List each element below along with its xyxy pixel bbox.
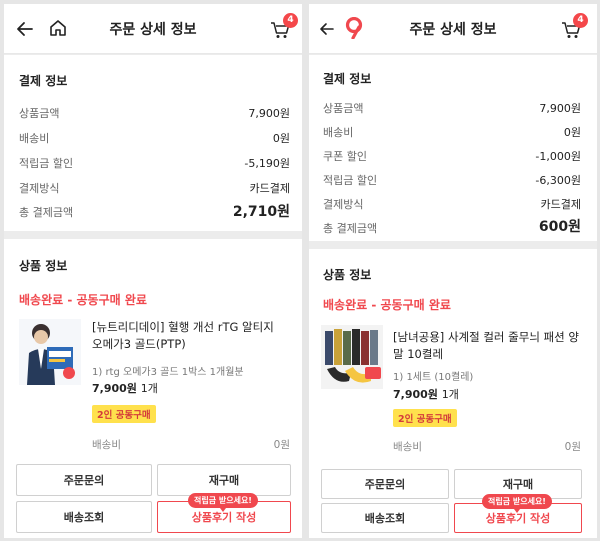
cart-count-badge: 4	[283, 13, 298, 28]
order-status: 배송완료 - 공동구매 완료	[323, 298, 451, 312]
product-quantity: 1개	[441, 388, 459, 401]
points-discount-label: 적립금 할인	[19, 157, 74, 170]
points-discount-value: -5,190원	[244, 157, 290, 170]
payment-method-label: 결제방식	[323, 198, 364, 211]
comparison-screenshot: 주문 상세 정보 4 결제 정보 상품금액 7,900원 배송비 0원 적립금 …	[0, 0, 600, 541]
payment-info-section: 결제 정보 상품금액 7,900원 배송비 0원 쿠폰 할인 -1,000원 적…	[309, 55, 597, 241]
points-discount-label: 적립금 할인	[323, 174, 378, 187]
page-title: 주문 상세 정보	[109, 22, 197, 38]
coupon-discount-label: 쿠폰 할인	[323, 150, 367, 163]
total-amount-label: 총 결제금액	[323, 222, 378, 235]
track-delivery-button[interactable]: 배송조회	[16, 501, 152, 533]
points-discount-value: -6,300원	[535, 174, 581, 187]
product-section-title: 상품 정보	[19, 259, 68, 273]
cart-count-badge: 4	[573, 13, 588, 28]
item-shipping-label: 배송비	[92, 439, 121, 451]
supplement-product-image	[19, 319, 81, 385]
order-inquiry-button[interactable]: 주문문의	[16, 464, 152, 496]
item-shipping-label: 배송비	[393, 441, 422, 453]
total-amount-value: 600원	[538, 219, 581, 235]
group-buy-badge: 2인 공동구매	[92, 405, 156, 423]
right-order-detail-screen: 주문 상세 정보 4 결제 정보 상품금액 7,900원 배송비 0원 쿠폰 할…	[309, 4, 597, 538]
payment-section-title: 결제 정보	[19, 74, 68, 88]
payment-section-title: 결제 정보	[323, 72, 372, 86]
product-thumbnail[interactable]	[321, 325, 383, 389]
shipping-fee-label: 배송비	[19, 132, 50, 145]
product-amount-value: 7,900원	[248, 107, 290, 120]
points-tooltip: 적립금 받으세요!	[188, 493, 258, 512]
points-tooltip: 적립금 받으세요!	[482, 494, 552, 513]
total-amount-label: 총 결제금액	[19, 206, 74, 219]
product-info-section: 상품 정보 배송완료 - 공동구매 완료 [뉴트리디데이] 혈행 개선 rTG …	[4, 239, 302, 538]
payment-method-value: 카드결제	[249, 182, 290, 195]
product-amount-value: 7,900원	[539, 102, 581, 115]
product-amount-label: 상품금액	[323, 102, 364, 115]
product-amount-label: 상품금액	[19, 107, 60, 120]
product-price-value: 7,900원	[393, 388, 438, 401]
payment-method-value: 카드결제	[540, 198, 581, 211]
page-title: 주문 상세 정보	[409, 22, 497, 38]
group-buy-badge: 2인 공동구매	[393, 409, 457, 427]
product-price-value: 7,900원	[92, 382, 137, 395]
product-thumbnail[interactable]	[19, 319, 81, 385]
product-quantity: 1개	[140, 382, 158, 395]
socks-product-image	[321, 325, 383, 389]
track-delivery-button[interactable]: 배송조회	[321, 503, 449, 533]
left-order-detail-screen: 주문 상세 정보 4 결제 정보 상품금액 7,900원 배송비 0원 적립금 …	[4, 4, 302, 538]
product-name[interactable]: [남녀공용] 사계절 컬러 줄무늬 패션 양말 10켤레	[393, 329, 583, 363]
product-price: 7,900원 1개	[393, 386, 459, 402]
shipping-fee-label: 배송비	[323, 126, 354, 139]
reorder-button[interactable]: 재구매	[157, 464, 291, 496]
item-shipping-value: 0원	[564, 441, 581, 453]
product-name[interactable]: [뉴트리디데이] 혈행 개선 rTG 알티지 오메가3 골드(PTP)	[92, 319, 288, 353]
order-inquiry-button[interactable]: 주문문의	[321, 469, 449, 499]
app-header: 주문 상세 정보 4	[4, 4, 302, 54]
item-shipping-value: 0원	[273, 439, 290, 451]
app-header: 주문 상세 정보 4	[309, 4, 597, 54]
product-info-section: 상품 정보 배송완료 - 공동구매 완료 [남녀공용] 사계절 컬러 줄무늬 패…	[309, 249, 597, 538]
shipping-fee-value: 0원	[272, 132, 290, 145]
coupon-discount-value: -1,000원	[535, 150, 581, 163]
product-option: 1) rtg 오메가3 골드 1박스 1개월분	[92, 367, 244, 378]
product-option: 1) 1세트 (10켤레)	[393, 372, 474, 383]
product-price: 7,900원 1개	[92, 380, 158, 396]
total-amount-value: 2,710원	[232, 204, 290, 220]
shipping-fee-value: 0원	[563, 126, 581, 139]
product-section-title: 상품 정보	[323, 268, 372, 282]
payment-info-section: 결제 정보 상품금액 7,900원 배송비 0원 적립금 할인 -5,190원 …	[4, 55, 302, 231]
order-status: 배송완료 - 공동구매 완료	[19, 293, 147, 307]
payment-method-label: 결제방식	[19, 182, 60, 195]
